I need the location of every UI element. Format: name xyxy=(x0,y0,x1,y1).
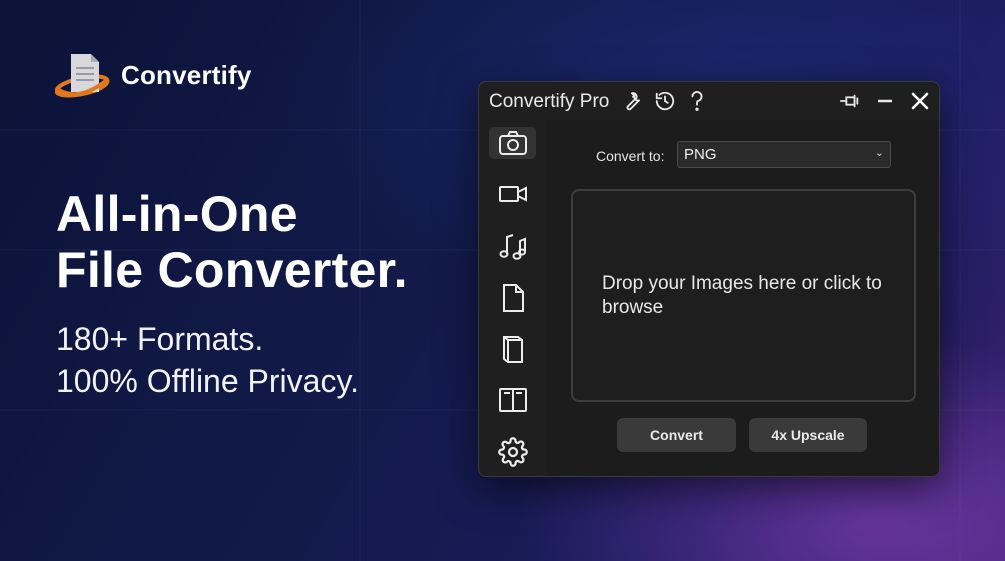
sidebar-item-ebooks[interactable] xyxy=(489,333,536,365)
dropzone-text: Drop your Images here or click to browse xyxy=(602,273,882,318)
sidebar-item-images[interactable] xyxy=(489,127,536,159)
headline-line-2: File Converter. xyxy=(56,242,408,298)
hero: All-in-One File Converter. 180+ Formats.… xyxy=(56,186,408,402)
gear-icon xyxy=(497,437,528,467)
chevron-down-icon: ⌄ xyxy=(874,147,884,159)
book-icon xyxy=(502,336,523,363)
brand: Convertify xyxy=(55,50,252,100)
open-book-icon xyxy=(498,388,527,412)
subheadline-line-1: 180+ Formats. xyxy=(56,321,264,357)
sidebar xyxy=(479,120,546,476)
convertify-logo-icon xyxy=(55,54,110,98)
camera-icon xyxy=(498,131,527,155)
app-window: Convertify Pro Convert to: PNG ⌄ Drop yo… xyxy=(478,81,940,477)
sidebar-item-video[interactable] xyxy=(489,178,536,210)
sidebar-item-documents[interactable] xyxy=(489,282,536,314)
file-dropzone[interactable]: Drop your Images here or click to browse xyxy=(571,189,916,402)
convert-to-label: Convert to: xyxy=(596,148,665,164)
format-select-value: PNG xyxy=(684,146,717,163)
subheadline: 180+ Formats. 100% Offline Privacy. xyxy=(56,318,408,402)
titlebar: Convertify Pro xyxy=(479,82,939,120)
headline-line-1: All-in-One xyxy=(56,186,298,242)
document-icon xyxy=(502,284,524,312)
minimize-icon[interactable] xyxy=(873,89,897,113)
help-icon[interactable] xyxy=(685,89,709,113)
video-icon xyxy=(498,186,527,202)
sidebar-item-audio[interactable] xyxy=(489,230,536,262)
headline: All-in-One File Converter. xyxy=(56,186,408,298)
window-title: Convertify Pro xyxy=(489,91,610,112)
brand-name: Convertify xyxy=(121,59,252,90)
sidebar-item-comics[interactable] xyxy=(489,384,536,416)
convert-button[interactable]: Convert xyxy=(617,418,736,452)
sidebar-item-settings[interactable] xyxy=(489,436,536,468)
subheadline-line-2: 100% Offline Privacy. xyxy=(56,363,359,399)
pin-icon[interactable] xyxy=(838,89,862,113)
format-select[interactable]: PNG ⌄ xyxy=(677,141,891,168)
wrench-icon[interactable] xyxy=(620,89,644,113)
upscale-button[interactable]: 4x Upscale xyxy=(749,418,867,452)
history-icon[interactable] xyxy=(653,89,677,113)
close-icon[interactable] xyxy=(908,89,932,113)
music-icon xyxy=(499,234,526,260)
main-content: Convert to: PNG ⌄ Drop your Images here … xyxy=(546,120,939,476)
